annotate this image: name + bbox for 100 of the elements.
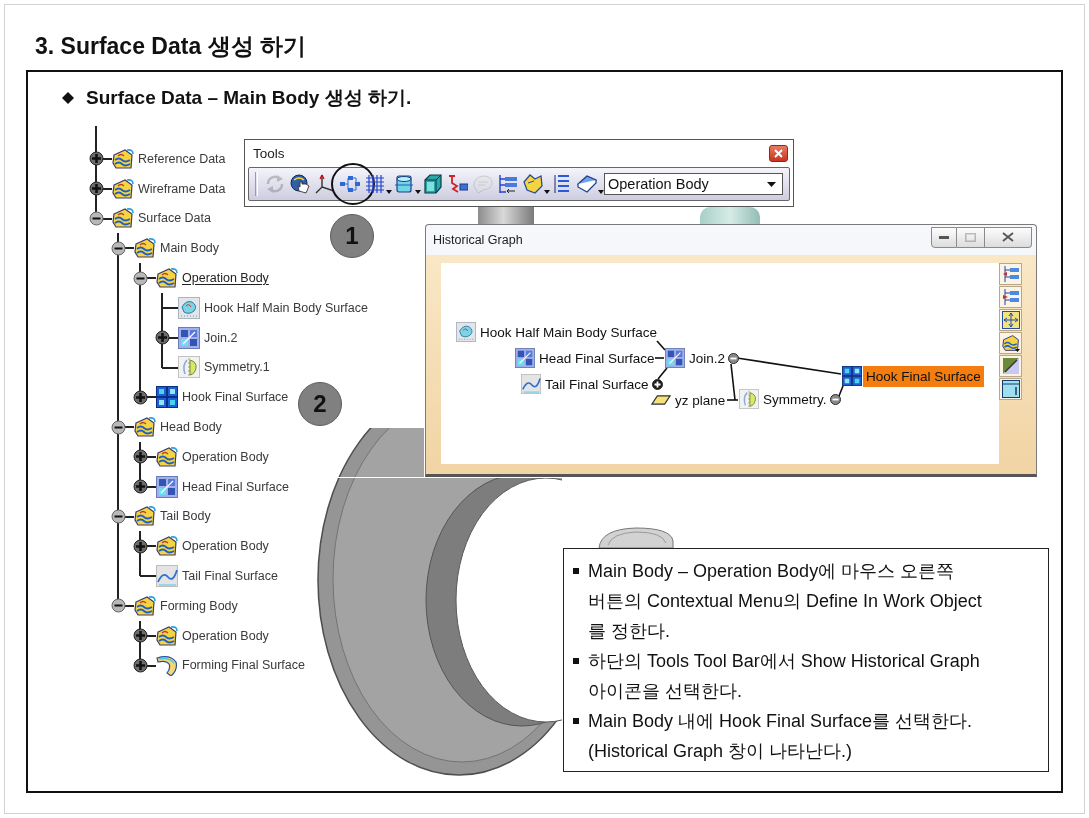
graph-node-label[interactable]: Hook Half Main Body Surface bbox=[477, 321, 661, 343]
patchwork-surface-icon bbox=[156, 475, 178, 498]
plus-icon[interactable] bbox=[88, 151, 104, 167]
minus-icon[interactable] bbox=[132, 270, 148, 286]
minus-icon[interactable] bbox=[110, 419, 126, 435]
tree-item[interactable]: Join.2 bbox=[204, 329, 238, 346]
cylinder-icon bbox=[394, 174, 414, 194]
stacked-lines-icon bbox=[552, 174, 572, 194]
graph-node-label[interactable]: Head Final Surface bbox=[536, 347, 658, 369]
tree-item[interactable]: Forming Final Surface bbox=[182, 657, 305, 674]
circular-arrows-icon bbox=[265, 174, 285, 194]
tree-item[interactable]: Tail Body bbox=[160, 508, 211, 525]
blob-icon bbox=[523, 174, 543, 194]
wave-sheet-icon bbox=[134, 505, 156, 528]
tree-item[interactable]: Operation Body bbox=[182, 448, 269, 465]
toolbar-button[interactable] bbox=[521, 172, 550, 196]
minus-icon[interactable] bbox=[88, 211, 104, 226]
book-icon bbox=[577, 174, 597, 194]
plus-icon[interactable] bbox=[651, 378, 663, 390]
wave-sheet-icon bbox=[1001, 334, 1020, 352]
bullet-icon bbox=[573, 658, 579, 664]
tree-item[interactable]: Main Body bbox=[160, 240, 220, 257]
plus-icon[interactable] bbox=[132, 389, 148, 405]
instruction-text: Main Body 내에 Hook Final Surface를 선택한다. (Historical Graph 창이 나타난다.) bbox=[588, 710, 973, 763]
tree-expand-icon bbox=[1001, 265, 1020, 283]
shaft-drawing bbox=[478, 207, 534, 224]
tree-item[interactable]: Head Body bbox=[160, 419, 222, 436]
wave-sheet-icon bbox=[134, 594, 156, 617]
plus-icon[interactable] bbox=[154, 330, 170, 346]
caret-icon bbox=[1015, 349, 1020, 352]
close-icon bbox=[1002, 232, 1014, 242]
graph-node-label[interactable]: Hook Final Surface bbox=[863, 365, 984, 387]
toolbar-button[interactable] bbox=[446, 172, 471, 196]
graph-tool-button[interactable] bbox=[999, 355, 1022, 377]
tree-item[interactable]: Hook Final Surface bbox=[182, 389, 289, 406]
plus-icon[interactable] bbox=[132, 628, 148, 644]
toolbar-button[interactable] bbox=[363, 172, 392, 196]
wave-sheet-icon bbox=[112, 207, 134, 230]
frame-icon bbox=[1001, 380, 1020, 398]
dotted-surface-icon bbox=[178, 296, 200, 319]
plus-icon[interactable] bbox=[132, 538, 148, 554]
minus-icon[interactable] bbox=[728, 352, 740, 364]
toolbar-button[interactable] bbox=[392, 172, 421, 196]
tree-item[interactable]: Forming Body bbox=[160, 597, 238, 614]
plus-icon[interactable] bbox=[132, 479, 148, 495]
axis-icon bbox=[315, 174, 335, 194]
graph-node-label[interactable]: Join.2 bbox=[686, 347, 729, 369]
graph-node-label[interactable]: yz plane bbox=[672, 389, 729, 411]
tree-icon bbox=[498, 174, 518, 194]
tree-item[interactable]: Operation Body bbox=[182, 538, 269, 555]
step-badge: 2 bbox=[298, 382, 342, 426]
patchwork-surface-icon bbox=[515, 348, 535, 368]
plus-icon[interactable] bbox=[132, 657, 148, 673]
bullet-icon bbox=[573, 718, 579, 724]
fit-all-icon bbox=[1001, 311, 1020, 329]
instruction-text: Main Body – Operation Body에 마우스 오른쪽 버튼의 Contextual Menu의 Define In Work Object 를 정한다. bbox=[588, 560, 982, 643]
graph-node-label[interactable]: Symmetry. bbox=[760, 388, 830, 410]
split-square-icon bbox=[1001, 357, 1020, 375]
connector-line bbox=[656, 340, 666, 351]
wave-sheet-icon bbox=[112, 177, 134, 200]
tree-item[interactable]: Symmetry.1 bbox=[204, 359, 270, 376]
minus-icon[interactable] bbox=[110, 240, 126, 256]
connector-line bbox=[654, 357, 665, 359]
tree-item[interactable]: Head Final Surface bbox=[182, 478, 289, 495]
section-heading: Surface Data – Main Body 생성 하기. bbox=[86, 86, 412, 110]
wave-sheet-icon bbox=[156, 624, 178, 647]
graph-tool-button[interactable] bbox=[999, 378, 1022, 400]
window-title: Tools bbox=[253, 146, 285, 161]
tree-item[interactable]: Operation Body bbox=[182, 627, 269, 644]
tree-item[interactable]: Reference Data bbox=[138, 150, 226, 167]
wave-sheet-icon bbox=[156, 445, 178, 468]
tree-item[interactable]: Wireframe Data bbox=[138, 180, 226, 197]
plus-icon[interactable] bbox=[88, 181, 104, 197]
connector-line bbox=[657, 367, 668, 380]
fixture-drawing bbox=[700, 207, 760, 224]
patchwork-surface-icon bbox=[665, 348, 685, 368]
wave-sheet-icon bbox=[134, 237, 156, 260]
graph-node-label[interactable]: Tail Final Surface bbox=[542, 373, 652, 395]
minus-icon[interactable] bbox=[110, 508, 126, 524]
diamond-bullet-icon bbox=[62, 92, 74, 104]
tree-item[interactable]: Tail Final Surface bbox=[182, 568, 278, 585]
tree-item[interactable]: Operation Body bbox=[182, 270, 269, 287]
minus-icon[interactable] bbox=[110, 598, 126, 614]
four-square-icon bbox=[842, 366, 862, 386]
tree-item[interactable]: Hook Half Main Body Surface bbox=[204, 299, 368, 316]
grip-handle[interactable] bbox=[255, 172, 258, 196]
minus-icon[interactable] bbox=[829, 393, 841, 405]
wave-sheet-icon bbox=[134, 416, 156, 439]
close-button[interactable] bbox=[985, 226, 1032, 248]
tree-item[interactable]: Surface Data bbox=[138, 210, 211, 227]
graph-tool-button[interactable] bbox=[999, 332, 1022, 354]
maximize-icon bbox=[965, 232, 976, 242]
plus-icon[interactable] bbox=[132, 449, 148, 465]
curve-surface-icon bbox=[156, 565, 178, 588]
close-button[interactable] bbox=[769, 145, 788, 162]
minimize-button[interactable] bbox=[931, 226, 957, 248]
hand-globe-icon bbox=[290, 174, 310, 194]
graph-tool-button[interactable] bbox=[999, 309, 1022, 331]
body-dropdown[interactable]: Operation Body bbox=[604, 173, 783, 195]
caret-icon bbox=[767, 181, 776, 187]
